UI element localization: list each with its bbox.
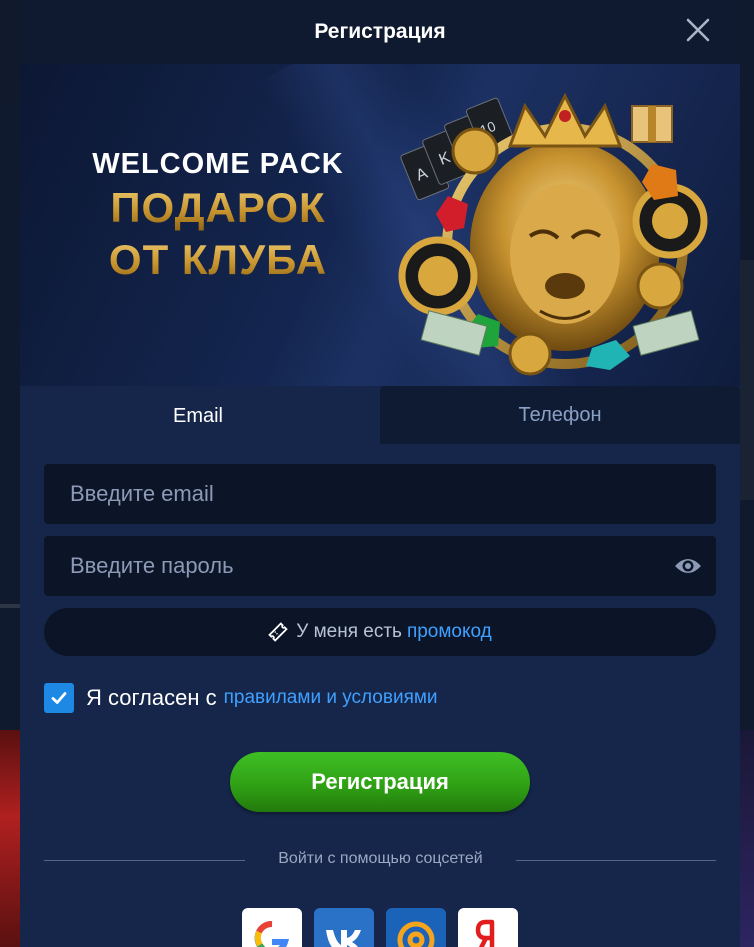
banner-text: WELCOME PACK ПОДАРОК ОТ КЛУБА [88,146,348,286]
tab-phone[interactable]: Телефон [380,386,740,444]
social-login-label: Войти с помощью соцсетей [278,850,483,867]
terms-link[interactable]: правилами и условиями [224,687,438,709]
divider-line-left [44,860,245,861]
registration-tabs: Email Телефон [20,386,740,446]
modal-title: Регистрация [314,20,446,43]
banner-line-club: ОТ КЛУБА [88,234,348,286]
yandex-icon [466,916,510,947]
show-password-icon[interactable] [674,554,702,578]
email-field[interactable] [44,464,716,524]
lion-crown-illustration: A K Q 10 [398,92,708,376]
close-button[interactable] [684,16,712,44]
modal-header: Регистрация [20,0,740,64]
email-input[interactable] [68,480,692,508]
vk-login-button[interactable] [314,908,374,947]
terms-prefix-text: Я согласен с [86,685,217,710]
welcome-banner[interactable]: WELCOME PACK ПОДАРОК ОТ КЛУБА A K 10 [20,64,740,386]
terms-checkbox[interactable] [44,683,74,713]
yandex-login-button[interactable] [458,908,518,947]
google-login-button[interactable] [242,908,302,947]
promo-code-link[interactable]: промокод [407,621,492,643]
divider-line-right [516,860,716,861]
vk-icon [326,930,361,947]
background-page-right [740,0,754,947]
terms-agreement: Я согласен с правилами и условиями [44,683,438,713]
checkmark-icon [51,692,67,704]
close-icon [686,18,710,42]
promo-code-toggle[interactable]: У меня есть промокод [44,608,716,656]
social-divider: Войти с помощью соцсетей [44,846,716,874]
ticket-icon [268,622,288,642]
tab-email[interactable]: Email [20,386,376,446]
password-input[interactable] [68,552,692,580]
banner-line-gift: ПОДАРОК [88,182,348,234]
register-button[interactable]: Регистрация [230,752,530,812]
banner-line-welcome: WELCOME PACK [92,148,344,180]
registration-modal: Регистрация WELCOME PACK ПОДАРОК ОТ КЛУБ… [20,0,740,947]
google-icon [254,920,290,947]
promo-prefix-text: У меня есть [296,621,402,642]
mail-ru-icon [397,921,435,947]
mail-ru-login-button[interactable] [386,908,446,947]
background-page-left [0,0,20,947]
password-field[interactable] [44,536,716,596]
